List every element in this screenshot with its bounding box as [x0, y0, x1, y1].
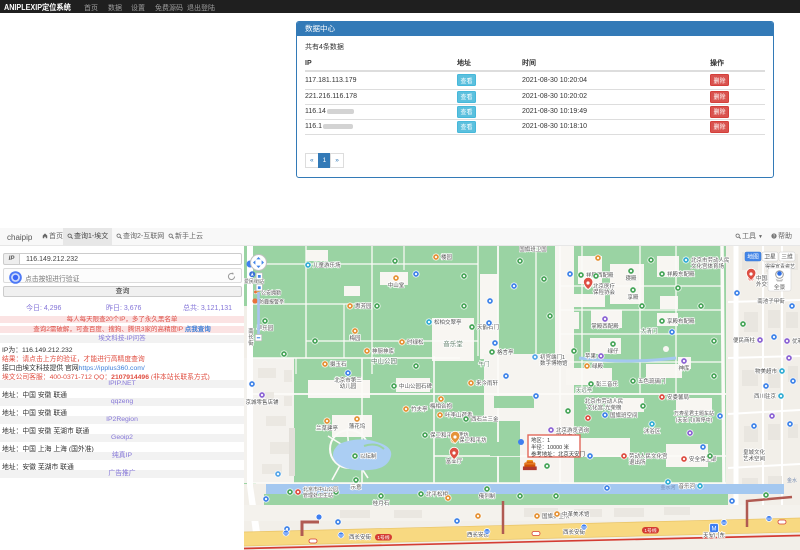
svg-text:彭三音乐: 彭三音乐: [596, 380, 619, 388]
svg-text:桂月石: 桂月石: [373, 499, 390, 507]
svg-text:中山堂: 中山堂: [388, 281, 405, 289]
svg-text:退出所: 退出所: [629, 458, 646, 466]
svg-text:1号线: 1号线: [377, 534, 389, 541]
svg-text:幼儿园: 幼儿园: [340, 382, 357, 390]
svg-text:掌殿西配殿: 掌殿西配殿: [591, 322, 619, 330]
svg-text:大清门: 大清门: [641, 327, 658, 335]
svg-text:三维: 三维: [781, 253, 793, 261]
svg-text:楼园: 楼园: [441, 253, 453, 261]
svg-text:参考地址：北京天安门: 参考地址：北京天安门: [531, 450, 585, 458]
svg-text:地图: 地图: [747, 253, 759, 261]
svg-text:公安拥勤: 公安拥勤: [261, 290, 281, 297]
svg-text:梅园: 梅园: [349, 334, 361, 342]
svg-text:绿殿: 绿殿: [592, 362, 604, 370]
svg-text:祥殿东配殿: 祥殿东配殿: [667, 270, 695, 278]
svg-text:西长安街: 西长安街: [349, 533, 372, 541]
svg-text:西石兰三金: 西石兰三金: [471, 415, 499, 423]
svg-text:M: M: [339, 533, 343, 538]
svg-text:五色琉璃门: 五色琉璃门: [638, 377, 666, 385]
svg-text:松柏交翠亭: 松柏交翠亭: [434, 318, 462, 326]
svg-text:音乐河: 音乐河: [678, 482, 695, 490]
svg-text:保卫和平坊: 保卫和平坊: [459, 436, 487, 444]
svg-text:金水: 金水: [787, 477, 797, 484]
svg-text:M: M: [767, 516, 771, 521]
svg-text:绿仔: 绿仔: [607, 347, 619, 355]
svg-text:数字博物馆: 数字博物馆: [540, 359, 568, 367]
svg-text:南池子甲街: 南池子甲街: [757, 297, 785, 305]
svg-text:竹夫亭: 竹夫亭: [411, 405, 428, 413]
svg-text:万寿星君主题车站: 万寿星君主题车站: [674, 410, 714, 417]
svg-text:文化宫体育场: 文化宫体育场: [691, 262, 725, 270]
svg-text:M: M: [722, 520, 726, 525]
svg-text:享殿布配殿: 享殿布配殿: [667, 317, 695, 325]
svg-text:国旗班卫国: 国旗班卫国: [519, 246, 547, 253]
svg-text:沐浴区: 沐浴区: [644, 427, 661, 435]
svg-text:音乐堂: 音乐堂: [443, 339, 463, 348]
svg-text:苹果: 苹果: [585, 352, 597, 360]
svg-text:物美超市: 物美超市: [755, 367, 778, 375]
svg-text:安委馨局: 安委馨局: [667, 393, 689, 401]
svg-text:儿童游乐场: 儿童游乐场: [313, 261, 341, 269]
svg-text:摄玉石: 摄玉石: [330, 360, 347, 368]
svg-text:1号线: 1号线: [644, 527, 656, 534]
svg-text:享殿: 享殿: [627, 293, 639, 301]
svg-text:中革美术馆: 中革美术馆: [562, 510, 590, 518]
svg-text:地区：1: 地区：1: [531, 436, 550, 444]
svg-text:全景: 全景: [774, 283, 786, 291]
svg-text:优利晚餐: 优利晚餐: [792, 337, 800, 345]
svg-text:北京市中山公园: 北京市中山公园: [303, 486, 338, 493]
svg-text:格言亭: 格言亭: [497, 348, 514, 356]
svg-text:天远亭: 天远亭: [576, 386, 593, 394]
svg-text:中山公园: 中山公园: [371, 356, 397, 365]
svg-text:神库: 神库: [678, 364, 690, 372]
svg-text:兰草建亭: 兰草建亭: [316, 424, 339, 432]
svg-text:劳动人民文化宫: 劳动人民文化宫: [629, 452, 668, 460]
svg-text:示意: 示意: [350, 483, 362, 491]
svg-text:藩花坞: 藩花坞: [349, 422, 366, 430]
svg-text:神厨神库: 神厨神库: [372, 347, 395, 355]
svg-text:M: M: [485, 529, 489, 534]
svg-text:中山公园石碑: 中山公园石碑: [399, 382, 433, 390]
svg-text:俄列制: 俄列制: [479, 492, 496, 500]
svg-text:M: M: [582, 525, 586, 530]
svg-text:北京市劳动人民: 北京市劳动人民: [691, 256, 730, 264]
svg-text:西川驻京: 西川驻京: [754, 392, 777, 400]
svg-text:北京医疗: 北京医疗: [593, 282, 616, 290]
svg-text:时绿松: 时绿松: [407, 338, 424, 346]
svg-text:寝殿: 寝殿: [625, 274, 637, 282]
svg-text:便民商柱: 便民商柱: [733, 336, 756, 344]
svg-text:卫星: 卫星: [764, 254, 776, 261]
svg-text:北京游览咨询: 北京游览咨询: [556, 426, 590, 434]
svg-text:梅相合抱: 梅相合抱: [430, 402, 453, 410]
svg-text:皇城文化: 皇城文化: [743, 448, 766, 456]
svg-text:防霾报警亭: 防霾报警亭: [259, 299, 284, 306]
svg-text:京城零售店铺: 京城零售店铺: [245, 398, 279, 406]
svg-text:南长街: 南长街: [247, 327, 254, 347]
svg-text:艺术空间: 艺术空间: [743, 454, 765, 462]
svg-text:国旗班空间: 国旗班空间: [610, 411, 638, 419]
svg-text:北京市第三: 北京市第三: [334, 376, 362, 384]
svg-text:初宫端门1: 初宫端门1: [540, 353, 565, 361]
svg-text:半径：10000 米: 半径：10000 米: [531, 443, 570, 451]
svg-text:惠芳园: 惠芳园: [355, 302, 372, 310]
svg-text:(天安门)(暂停中): (天安门)(暂停中): [676, 416, 713, 423]
svg-text:M: M: [712, 527, 717, 533]
svg-text:以坛制: 以坛制: [360, 452, 377, 460]
svg-text:北京市劳动人民: 北京市劳动人民: [585, 397, 624, 405]
svg-text:来今雨轩: 来今雨轩: [476, 379, 499, 387]
svg-text:M: M: [284, 531, 288, 536]
svg-text:午门: 午门: [478, 360, 489, 368]
svg-text:文化宫-光荣榜: 文化宫-光荣榜: [587, 403, 622, 411]
svg-text:保险协会: 保险协会: [593, 288, 616, 296]
svg-text:管理处卫生站: 管理处卫生站: [303, 492, 333, 499]
